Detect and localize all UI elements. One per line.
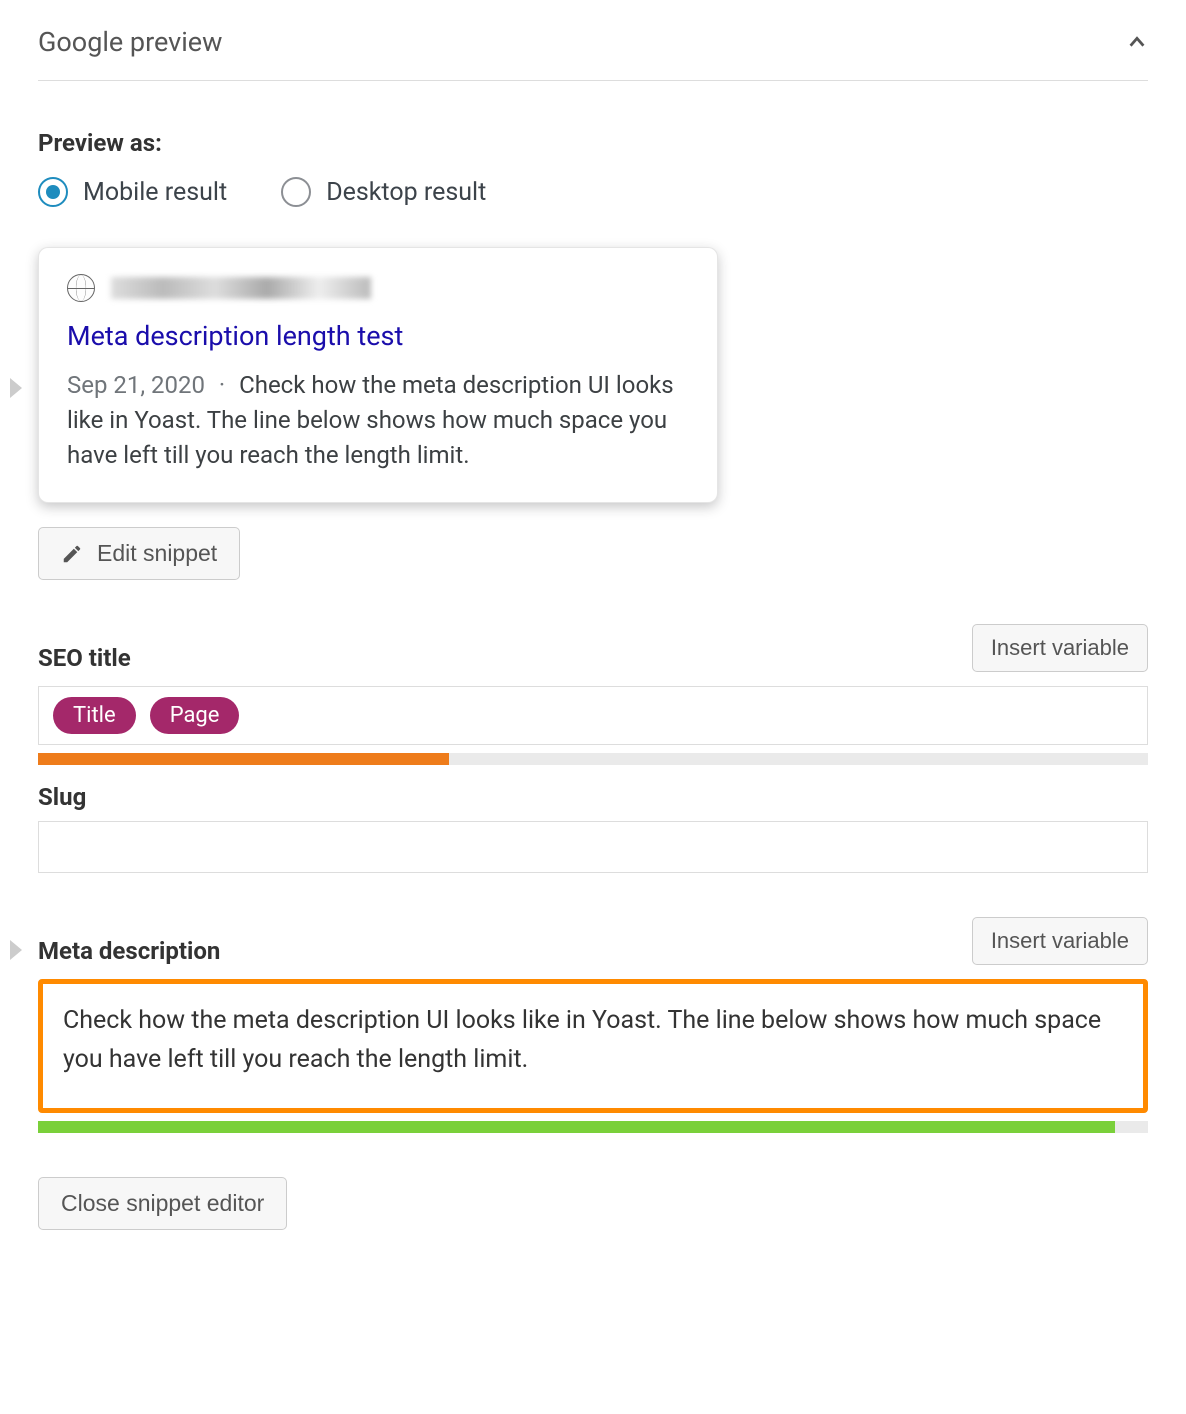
snippet-title[interactable]: Meta description length test — [67, 320, 689, 352]
snippet-preview-card: Meta description length test Sep 21, 202… — [38, 247, 718, 503]
radio-desktop-label: Desktop result — [326, 178, 486, 207]
radio-icon — [38, 177, 68, 207]
meta-description-input[interactable]: Check how the meta description UI looks … — [38, 979, 1148, 1113]
radio-desktop-result[interactable]: Desktop result — [281, 177, 486, 207]
variable-pill-title[interactable]: Title — [53, 697, 136, 734]
globe-icon — [67, 274, 95, 302]
meta-description-progress — [38, 1121, 1148, 1133]
close-snippet-editor-button[interactable]: Close snippet editor — [38, 1177, 287, 1230]
snippet-description[interactable]: Sep 21, 2020 · Check how the meta descri… — [67, 368, 689, 472]
google-preview-section-header[interactable]: Google preview — [38, 0, 1148, 81]
snippet-url-placeholder — [111, 277, 371, 299]
radio-mobile-result[interactable]: Mobile result — [38, 177, 227, 207]
section-title: Google preview — [38, 26, 222, 58]
seo-title-progress — [38, 753, 1148, 765]
separator-dot: · — [207, 371, 237, 399]
snippet-date: Sep 21, 2020 — [67, 371, 205, 399]
slug-input[interactable] — [38, 821, 1148, 873]
slug-label: Slug — [38, 783, 86, 811]
anchor-caret-icon — [10, 378, 22, 398]
seo-title-input[interactable]: Title Page — [38, 686, 1148, 745]
anchor-caret-icon — [10, 940, 22, 960]
preview-as-label: Preview as: — [38, 129, 1148, 157]
radio-icon — [281, 177, 311, 207]
meta-description-field: Meta description Insert variable Check h… — [38, 917, 1148, 1133]
slug-field: Slug — [38, 783, 1148, 873]
insert-variable-button[interactable]: Insert variable — [972, 624, 1148, 672]
progress-fill — [38, 1121, 1115, 1133]
seo-title-label: SEO title — [38, 644, 131, 672]
radio-mobile-label: Mobile result — [83, 178, 227, 207]
edit-snippet-label: Edit snippet — [97, 540, 217, 567]
variable-pill-page[interactable]: Page — [150, 697, 240, 734]
progress-fill — [38, 753, 449, 765]
edit-snippet-button[interactable]: Edit snippet — [38, 527, 240, 580]
preview-as-radio-group: Mobile result Desktop result — [38, 177, 1148, 207]
meta-description-label: Meta description — [38, 937, 220, 965]
seo-title-field: SEO title Insert variable Title Page — [38, 624, 1148, 765]
pencil-icon — [61, 543, 83, 565]
insert-variable-button[interactable]: Insert variable — [972, 917, 1148, 965]
chevron-up-icon — [1126, 31, 1148, 53]
